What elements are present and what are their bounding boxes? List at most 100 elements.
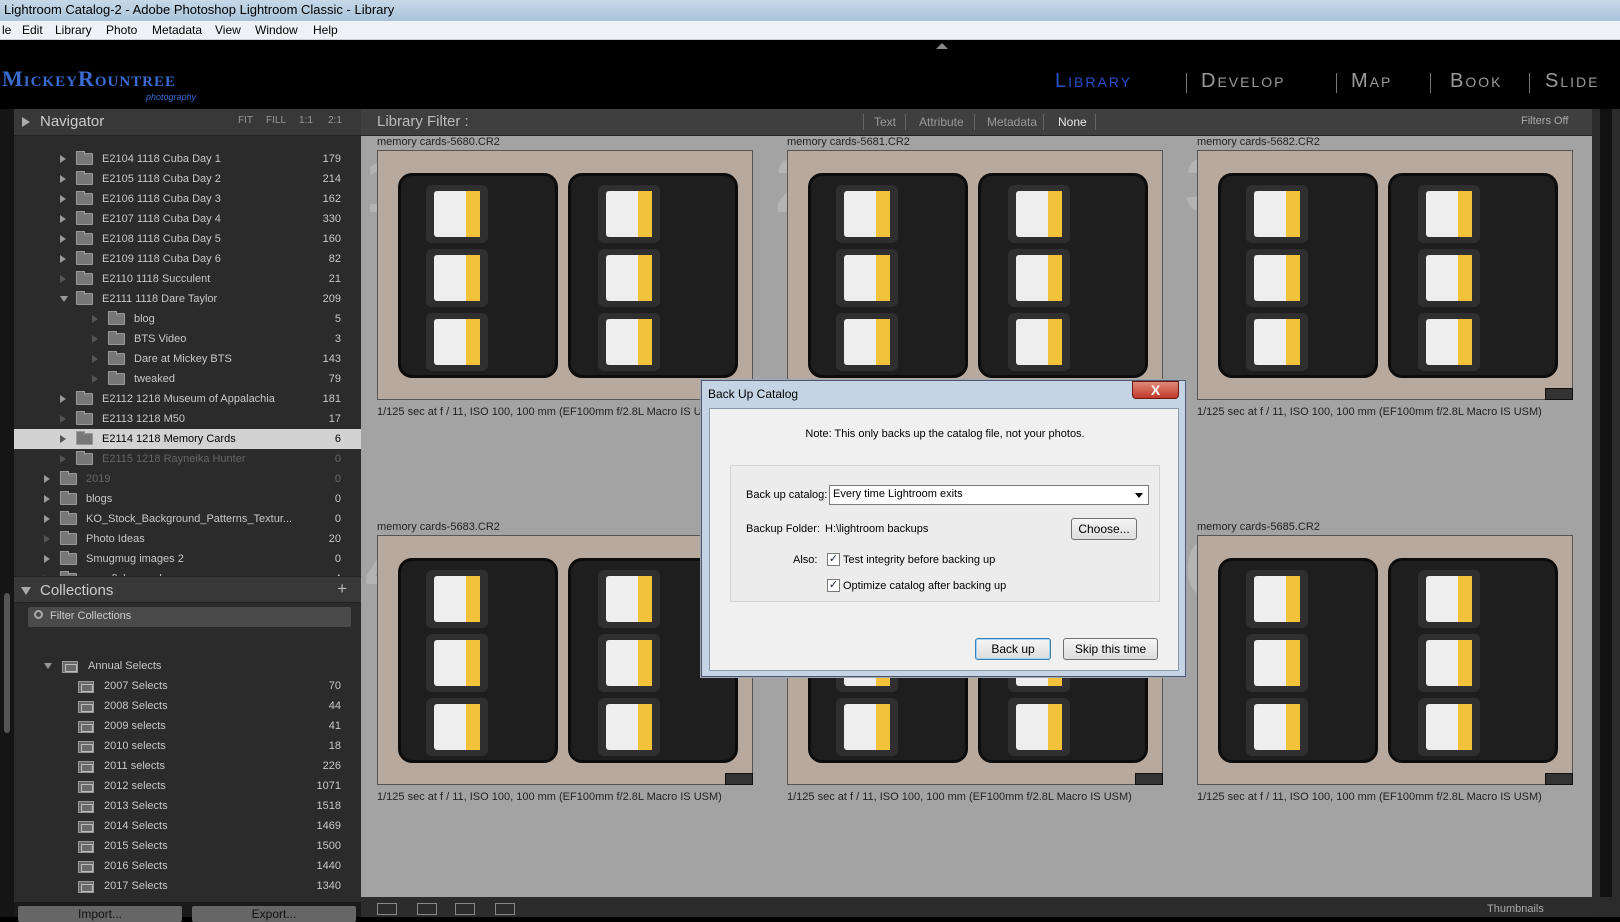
- folder-row[interactable]: E2106 1118 Cuba Day 3 162: [14, 189, 361, 209]
- module-map[interactable]: Map: [1351, 70, 1392, 93]
- expand-triangle-icon[interactable]: [22, 117, 30, 127]
- folder-row[interactable]: blogs 0: [14, 489, 361, 509]
- collapse-triangle-icon[interactable]: [21, 587, 31, 595]
- filter-metadata[interactable]: Metadata: [987, 115, 1037, 129]
- folder-row[interactable]: Photo Ideas 20: [14, 529, 361, 549]
- folder-row[interactable]: BTS Video 3: [14, 329, 361, 349]
- collapse-top-panel-icon[interactable]: [936, 43, 948, 49]
- folder-row[interactable]: E2114 1218 Memory Cards 6: [14, 429, 361, 449]
- collection-row[interactable]: 2011 selects 226: [14, 756, 361, 776]
- backup-frequency-select[interactable]: Every time Lightroom exits: [829, 485, 1149, 505]
- edit-badge-icon[interactable]: [725, 773, 753, 785]
- collapsed-triangle-icon[interactable]: [44, 495, 50, 503]
- navigator-fit[interactable]: FIT: [238, 115, 253, 126]
- menu-edit[interactable]: Edit: [22, 23, 43, 37]
- export-button[interactable]: Export...: [192, 906, 356, 922]
- collapsed-triangle-icon[interactable]: [44, 515, 50, 523]
- collapsed-triangle-icon[interactable]: [44, 555, 50, 563]
- edit-badge-icon[interactable]: [1545, 388, 1573, 400]
- collection-row[interactable]: 2015 Selects 1500: [14, 836, 361, 856]
- add-collection-icon[interactable]: +: [337, 579, 347, 599]
- photo-thumbnail[interactable]: [377, 150, 753, 400]
- photo-thumbnail[interactable]: [1197, 535, 1573, 785]
- navigator-1to1[interactable]: 1:1: [299, 115, 313, 126]
- filters-off-dropdown[interactable]: Filters Off: [1521, 115, 1568, 127]
- back-up-button[interactable]: Back up: [975, 638, 1051, 660]
- collection-row[interactable]: 2014 Selects 1469: [14, 816, 361, 836]
- collections-header[interactable]: Collections +: [14, 576, 361, 603]
- menu-photo[interactable]: Photo: [106, 23, 137, 37]
- left-scrollbar-thumb[interactable]: [4, 593, 10, 733]
- close-button[interactable]: X: [1132, 381, 1179, 399]
- photo-thumbnail[interactable]: [787, 150, 1163, 400]
- menu-library[interactable]: Library: [55, 23, 92, 37]
- collapsed-triangle-icon[interactable]: [60, 155, 66, 163]
- navigator-2to1[interactable]: 2:1: [328, 115, 342, 126]
- folder-row[interactable]: E2107 1118 Cuba Day 4 330: [14, 209, 361, 229]
- grid-cell[interactable]: 3memory cards-5682.CR21/125 sec at f / 1…: [1181, 136, 1590, 517]
- compare-view-icon[interactable]: [455, 903, 475, 915]
- folder-row[interactable]: E2110 1118 Succulent 21: [14, 269, 361, 289]
- test-integrity-checkbox[interactable]: ✓: [827, 553, 840, 566]
- navigator-header[interactable]: Navigator FIT FILL 1:1 2:1: [14, 109, 361, 136]
- filter-attribute[interactable]: Attribute: [919, 115, 964, 129]
- folder-row[interactable]: E2108 1118 Cuba Day 5 160: [14, 229, 361, 249]
- collection-row[interactable]: 2009 selects 41: [14, 716, 361, 736]
- collapsed-triangle-icon[interactable]: [60, 175, 66, 183]
- folder-row[interactable]: E2104 1118 Cuba Day 1 179: [14, 149, 361, 169]
- photo-thumbnail[interactable]: [377, 535, 753, 785]
- collection-row[interactable]: 2016 Selects 1440: [14, 856, 361, 876]
- optimize-catalog-checkbox[interactable]: ✓: [827, 579, 840, 592]
- expanded-triangle-icon[interactable]: [44, 663, 52, 669]
- choose-folder-button[interactable]: Choose...: [1071, 518, 1137, 540]
- collapsed-triangle-icon[interactable]: [60, 395, 66, 403]
- module-develop[interactable]: Develop: [1201, 70, 1285, 93]
- navigator-fill[interactable]: FILL: [266, 115, 286, 126]
- folder-row[interactable]: E2111 1118 Dare Taylor 209: [14, 289, 361, 309]
- folder-row[interactable]: 2019 0: [14, 469, 361, 489]
- menu-file[interactable]: le: [2, 23, 11, 37]
- expanded-triangle-icon[interactable]: [60, 296, 68, 302]
- edit-badge-icon[interactable]: [1135, 773, 1163, 785]
- folder-row[interactable]: E2113 1218 M50 17: [14, 409, 361, 429]
- folder-row[interactable]: Dare at Mickey BTS 143: [14, 349, 361, 369]
- folder-row[interactable]: KO_Stock_Background_Patterns_Textur... 0: [14, 509, 361, 529]
- folder-row[interactable]: E2115 1218 Rayneika Hunter 0: [14, 449, 361, 469]
- collection-row[interactable]: 2007 Selects 70: [14, 676, 361, 696]
- grid-scrollbar[interactable]: [1600, 109, 1612, 897]
- menu-window[interactable]: Window: [255, 23, 298, 37]
- folder-row[interactable]: tweaked 79: [14, 369, 361, 389]
- collapsed-triangle-icon[interactable]: [60, 255, 66, 263]
- collapsed-triangle-icon[interactable]: [60, 195, 66, 203]
- module-slideshow[interactable]: Slide: [1545, 70, 1599, 93]
- menu-help[interactable]: Help: [313, 23, 338, 37]
- survey-view-icon[interactable]: [495, 903, 515, 915]
- skip-this-time-button[interactable]: Skip this time: [1063, 638, 1158, 660]
- collapsed-triangle-icon[interactable]: [60, 215, 66, 223]
- folder-row[interactable]: E2105 1118 Cuba Day 2 214: [14, 169, 361, 189]
- filter-collections-input[interactable]: Filter Collections: [28, 607, 351, 627]
- collection-row[interactable]: 2008 Selects 44: [14, 696, 361, 716]
- folder-row[interactable]: E2109 1118 Cuba Day 6 82: [14, 249, 361, 269]
- loupe-view-icon[interactable]: [417, 903, 437, 915]
- folder-row[interactable]: Smugmug images 2 0: [14, 549, 361, 569]
- collection-row[interactable]: 2013 Selects 1518: [14, 796, 361, 816]
- grid-cell[interactable]: 6memory cards-5685.CR21/125 sec at f / 1…: [1181, 519, 1590, 900]
- collection-row[interactable]: 2017 Selects 1340: [14, 876, 361, 896]
- folder-row[interactable]: blog 5: [14, 309, 361, 329]
- menu-view[interactable]: View: [215, 23, 241, 37]
- module-book[interactable]: Book: [1450, 70, 1502, 93]
- collapsed-triangle-icon[interactable]: [60, 235, 66, 243]
- grid-view-icon[interactable]: [377, 903, 397, 915]
- folder-row[interactable]: E2112 1218 Museum of Appalachia 181: [14, 389, 361, 409]
- collection-row[interactable]: 2012 selects 1071: [14, 776, 361, 796]
- filter-none[interactable]: None: [1058, 115, 1087, 129]
- photo-thumbnail[interactable]: [1197, 150, 1573, 400]
- collection-row[interactable]: 2010 selects 18: [14, 736, 361, 756]
- menu-metadata[interactable]: Metadata: [152, 23, 202, 37]
- module-library[interactable]: Library: [1055, 70, 1132, 93]
- collection-set-row[interactable]: Annual Selects: [14, 656, 361, 676]
- import-button[interactable]: Import...: [18, 906, 182, 922]
- filter-text[interactable]: Text: [874, 115, 896, 129]
- collapsed-triangle-icon[interactable]: [44, 475, 50, 483]
